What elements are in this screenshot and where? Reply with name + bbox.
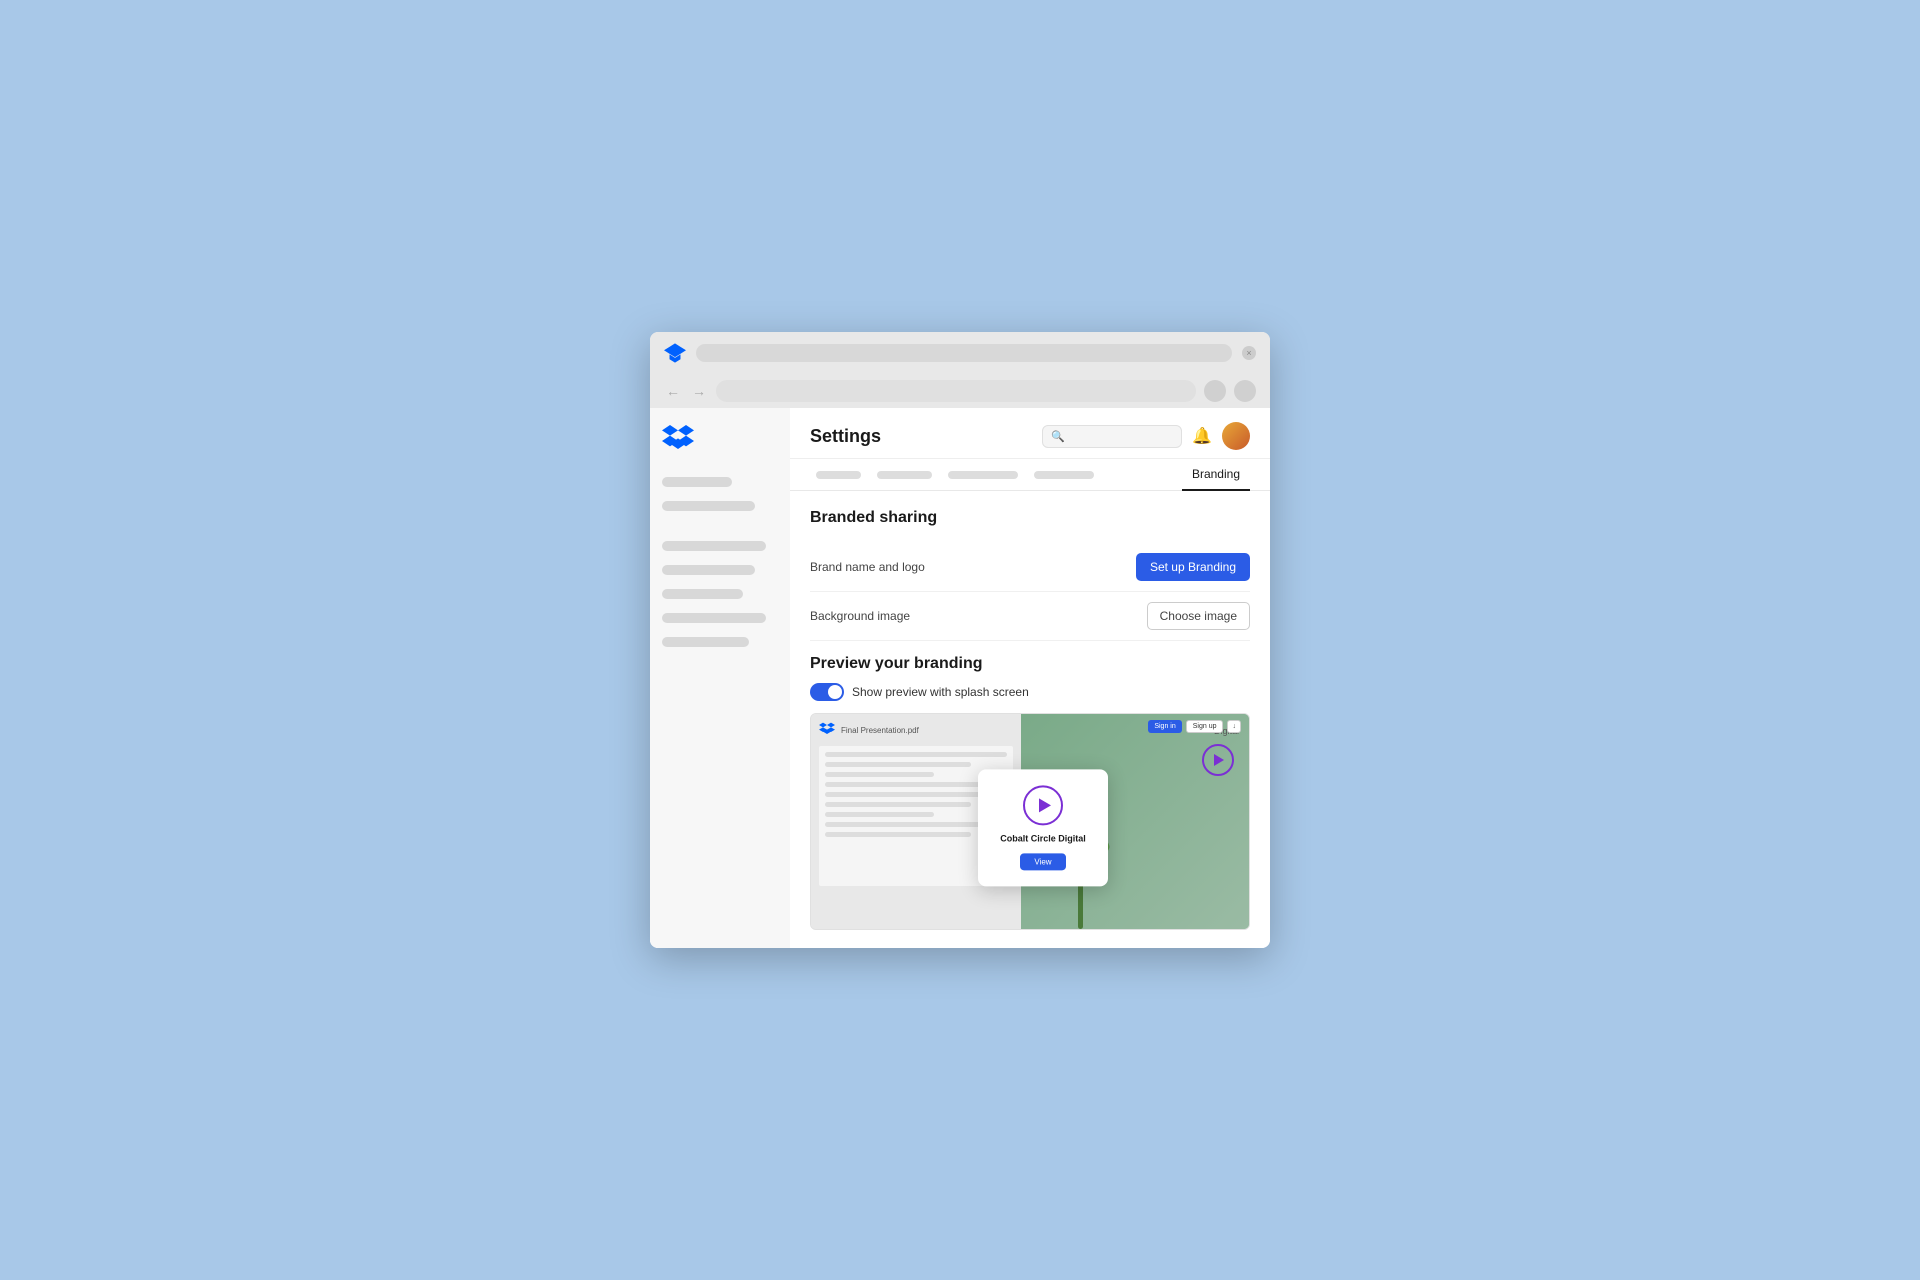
- preview-brand-icon: [1202, 744, 1234, 776]
- sidebar-item-7[interactable]: [662, 637, 749, 647]
- close-button[interactable]: ×: [1242, 346, 1256, 360]
- choose-image-button[interactable]: Choose image: [1147, 602, 1250, 630]
- sidebar-item-5[interactable]: [662, 589, 743, 599]
- preview-signin-button[interactable]: Sign in: [1148, 720, 1181, 733]
- user-avatar[interactable]: [1222, 422, 1250, 450]
- setup-branding-button[interactable]: Set up Branding: [1136, 553, 1250, 581]
- sidebar: [650, 408, 790, 948]
- nav-forward-button[interactable]: →: [690, 382, 708, 400]
- tab-placeholder-4: [1034, 471, 1094, 479]
- search-box[interactable]: 🔍: [1042, 425, 1182, 448]
- preview-download-button[interactable]: ↓: [1227, 720, 1241, 733]
- brand-modal-card: Cobalt Circle Digital View: [978, 769, 1108, 886]
- brand-name-logo-label: Brand name and logo: [810, 560, 925, 574]
- header-right: 🔍 🔔: [1042, 422, 1250, 450]
- page-title: Settings: [810, 426, 881, 447]
- browser-chrome: × ← →: [650, 332, 1270, 408]
- nav-extra-icon: [1234, 380, 1256, 402]
- preview-line-3: [825, 772, 934, 777]
- sidebar-item-4[interactable]: [662, 565, 755, 575]
- browser-window: × ← →: [650, 332, 1270, 948]
- toggle-row: Show preview with splash screen: [810, 683, 1250, 701]
- brand-name-logo-row: Brand name and logo Set up Branding: [810, 543, 1250, 592]
- nav-back-button[interactable]: ←: [664, 382, 682, 400]
- tab-placeholder-3: [948, 471, 1018, 479]
- settings-header: Settings 🔍 🔔: [790, 408, 1270, 459]
- nav-profile-icon: [1204, 380, 1226, 402]
- tab-branding[interactable]: Branding: [1182, 459, 1250, 491]
- preview-dropbox-icon: [819, 722, 835, 738]
- tab-placeholder-1: [816, 471, 861, 479]
- preview-line-5: [825, 792, 989, 797]
- preview-filename: Final Presentation.pdf: [841, 726, 919, 735]
- background-image-row: Background image Choose image: [810, 592, 1250, 641]
- sidebar-item-2[interactable]: [662, 501, 755, 511]
- preview-line-1: [825, 752, 1007, 757]
- preview-line-7: [825, 812, 934, 817]
- dropbox-favicon-icon: [664, 342, 686, 364]
- toggle-label: Show preview with splash screen: [852, 685, 1029, 699]
- background-image-label: Background image: [810, 609, 910, 623]
- sidebar-item-6[interactable]: [662, 613, 766, 623]
- modal-brand-name: Cobalt Circle Digital: [990, 833, 1096, 843]
- preview-line-9: [825, 832, 971, 837]
- splash-screen-toggle[interactable]: [810, 683, 844, 701]
- preview-file-header: Final Presentation.pdf: [819, 722, 1013, 738]
- preview-area: Final Presentation.pdf: [810, 713, 1250, 930]
- sidebar-item-1[interactable]: [662, 477, 732, 487]
- search-icon: 🔍: [1051, 430, 1065, 443]
- preview-title: Preview your branding: [810, 655, 1250, 673]
- browser-nav-bar: ← →: [650, 374, 1270, 408]
- modal-view-button[interactable]: View: [1020, 853, 1065, 870]
- preview-section: Preview your branding Show preview with …: [810, 655, 1250, 930]
- url-bar[interactable]: [716, 380, 1196, 402]
- tabs-row: Branding: [790, 459, 1270, 491]
- dropbox-logo-icon: [662, 424, 694, 452]
- tab-placeholder-2: [877, 471, 932, 479]
- modal-logo-circle: [1023, 785, 1063, 825]
- app-content: Settings 🔍 🔔 Branding: [650, 408, 1270, 948]
- modal-play-icon: [1039, 798, 1051, 812]
- main-content: Settings 🔍 🔔 Branding: [790, 408, 1270, 948]
- preview-inner: Final Presentation.pdf: [811, 714, 1249, 929]
- toggle-knob: [828, 685, 842, 699]
- sidebar-item-3[interactable]: [662, 541, 766, 551]
- preview-top-bar: Sign in Sign up ↓: [1148, 720, 1241, 733]
- preview-line-2: [825, 762, 971, 767]
- branded-sharing-title: Branded sharing: [810, 509, 1250, 527]
- preview-line-6: [825, 802, 971, 807]
- browser-titlebar: ×: [650, 332, 1270, 374]
- sidebar-logo: [662, 424, 778, 457]
- notification-bell-icon[interactable]: 🔔: [1192, 426, 1212, 446]
- settings-body: Branded sharing Brand name and logo Set …: [790, 491, 1270, 948]
- browser-address-bar: [696, 344, 1232, 362]
- preview-signup-button[interactable]: Sign up: [1186, 720, 1224, 733]
